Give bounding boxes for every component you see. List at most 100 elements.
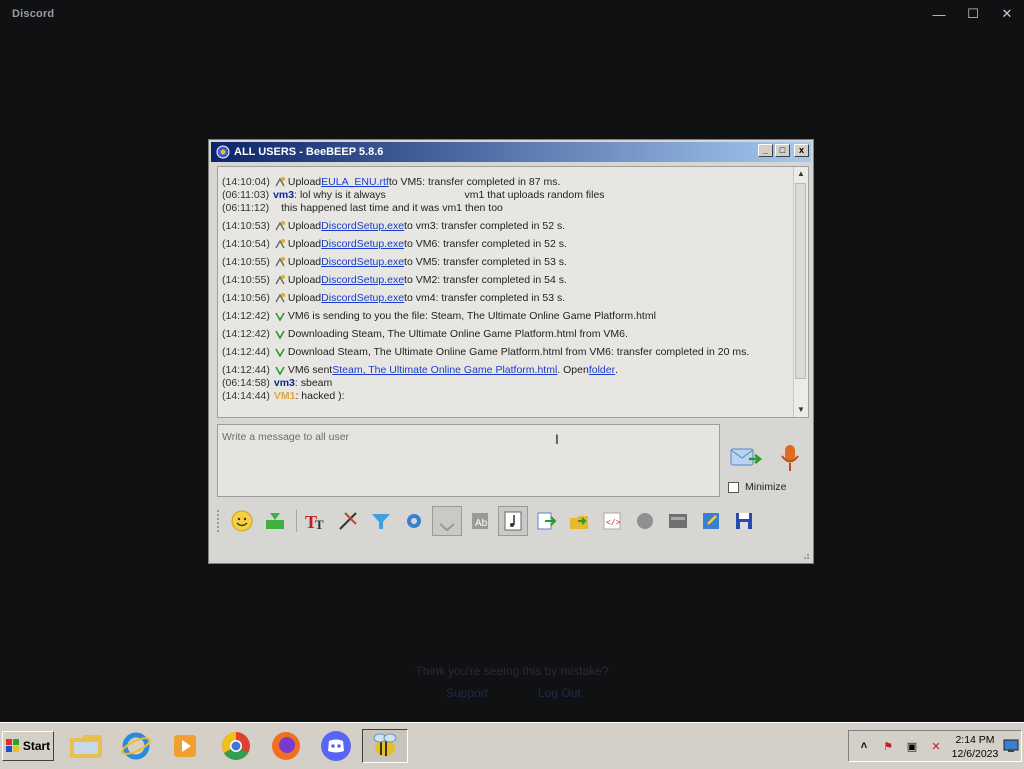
chat-message: (14:10:55) Upload DiscordSetup.exe to VM… bbox=[222, 274, 567, 286]
maximize-icon[interactable]: □ bbox=[775, 144, 790, 157]
file-link[interactable]: DiscordSetup.exe bbox=[321, 274, 404, 286]
resize-grip-icon[interactable] bbox=[800, 550, 810, 560]
filter-button[interactable] bbox=[366, 506, 396, 536]
upload-icon bbox=[275, 221, 285, 231]
beep-button[interactable] bbox=[498, 506, 528, 536]
code-button[interactable]: </> bbox=[597, 506, 627, 536]
chevron-up-icon[interactable]: ˄ bbox=[855, 737, 873, 755]
chat-message: (14:12:44) Download Steam, The Ultimate … bbox=[222, 346, 750, 358]
beebeep-title: ALL USERS - BeeBEEP 5.8.6 bbox=[234, 146, 384, 158]
microphone-icon[interactable] bbox=[777, 443, 803, 475]
status-button[interactable] bbox=[630, 506, 660, 536]
media-player-icon bbox=[174, 735, 196, 757]
file-link[interactable]: DiscordSetup.exe bbox=[321, 220, 404, 232]
upload-icon bbox=[275, 239, 285, 249]
spellcheck-button[interactable]: Ab bbox=[465, 506, 495, 536]
file-send-button[interactable] bbox=[260, 506, 290, 536]
screenshot-button[interactable] bbox=[663, 506, 693, 536]
chat-toolbar: TT Ab </> bbox=[217, 504, 811, 538]
taskbar-firefox[interactable] bbox=[263, 729, 309, 763]
maximize-icon[interactable]: ☐ bbox=[956, 0, 990, 28]
taskbar-discord[interactable] bbox=[313, 729, 359, 763]
folder-icon bbox=[70, 735, 102, 758]
emoticon-button[interactable] bbox=[227, 506, 257, 536]
system-tray: ˄ ⚑ ▣ ✕ 2:14 PM 12/6/2023 bbox=[848, 730, 1022, 762]
scroll-up-icon[interactable]: ▲ bbox=[794, 167, 808, 181]
text-cursor-icon: I bbox=[555, 431, 559, 447]
share-file-button[interactable] bbox=[531, 506, 561, 536]
download-icon bbox=[275, 312, 285, 322]
volume-muted-icon[interactable]: ✕ bbox=[927, 737, 945, 755]
chat-message: (14:10:55) Upload DiscordSetup.exe to VM… bbox=[222, 256, 567, 268]
toolbar-grip[interactable] bbox=[217, 510, 223, 532]
checkbox-box[interactable] bbox=[728, 481, 739, 493]
color-pen-icon bbox=[339, 512, 357, 530]
export-icon bbox=[537, 512, 557, 530]
svg-text:</>: </> bbox=[606, 519, 621, 528]
chat-message: (14:10:56) Upload DiscordSetup.exe to vm… bbox=[222, 292, 566, 304]
close-icon[interactable]: ✕ bbox=[990, 0, 1024, 28]
file-link[interactable]: DiscordSetup.exe bbox=[321, 292, 404, 304]
discord-mistake-text: Think you're seeing this by mistake? bbox=[415, 664, 609, 678]
start-label: Start bbox=[22, 739, 51, 753]
close-icon[interactable]: x bbox=[794, 144, 809, 157]
clock-date: 12/6/2023 bbox=[951, 748, 999, 760]
taskbar-file-explorer[interactable] bbox=[63, 729, 109, 763]
folder-button[interactable] bbox=[564, 506, 594, 536]
message-input[interactable]: Write a message to all user I bbox=[217, 424, 720, 497]
svg-text:Ab: Ab bbox=[475, 518, 488, 529]
font-button[interactable]: TT bbox=[300, 506, 330, 536]
smiley-icon bbox=[231, 510, 253, 532]
taskbar-media-player[interactable] bbox=[162, 729, 208, 763]
save-icon bbox=[736, 513, 752, 529]
upload-icon bbox=[275, 293, 285, 303]
show-desktop-icon[interactable] bbox=[1003, 739, 1019, 753]
clock[interactable]: 2:14 PM 12/6/2023 bbox=[945, 733, 1005, 761]
file-link[interactable]: DiscordSetup.exe bbox=[321, 238, 404, 250]
svg-text:T: T bbox=[315, 517, 324, 532]
scroll-down-icon[interactable]: ▼ bbox=[794, 403, 808, 417]
spellcheck-icon: Ab bbox=[472, 513, 488, 529]
minimize-checkbox[interactable]: Minimize bbox=[728, 481, 786, 493]
inbox-icon bbox=[266, 513, 284, 529]
message-input-placeholder: Write a message to all user bbox=[222, 431, 350, 443]
settings-button[interactable] bbox=[399, 506, 429, 536]
chat-message: (14:12:42) VM6 is sending to you the fil… bbox=[222, 310, 656, 322]
code-icon: </> bbox=[603, 512, 621, 530]
file-link[interactable]: Steam, The Ultimate Online Game Platform… bbox=[332, 364, 557, 376]
network-icon[interactable]: ▣ bbox=[903, 737, 921, 755]
windows-logo-icon bbox=[5, 739, 19, 752]
upload-icon bbox=[275, 275, 285, 285]
download-icon bbox=[275, 330, 285, 340]
minimize-label: Minimize bbox=[745, 481, 787, 493]
notes-icon bbox=[703, 513, 719, 529]
chat-message: (14:12:42) Downloading Steam, The Ultima… bbox=[222, 328, 628, 340]
open-folder-link[interactable]: folder bbox=[589, 364, 615, 376]
firefox-icon bbox=[272, 732, 300, 760]
beebeep-window: ALL USERS - BeeBEEP 5.8.6 _ □ x (14:10:0… bbox=[208, 139, 814, 564]
chat-history[interactable]: (14:10:04) Upload EULA_ENU.rtf to VM5: t… bbox=[217, 166, 809, 418]
logout-link[interactable]: Log Out bbox=[538, 686, 581, 700]
scrollbar-thumb[interactable] bbox=[795, 183, 806, 379]
color-button[interactable] bbox=[333, 506, 363, 536]
notes-button[interactable] bbox=[696, 506, 726, 536]
chat-message: (14:14:44) VM1: hacked ): bbox=[222, 390, 345, 402]
chat-message: (06:11:12) this happened last time and i… bbox=[222, 202, 503, 214]
save-button[interactable] bbox=[729, 506, 759, 536]
save-history-button[interactable] bbox=[432, 506, 462, 536]
taskbar-beebeep[interactable] bbox=[362, 729, 408, 763]
minimize-icon[interactable]: _ bbox=[758, 144, 773, 157]
beebeep-titlebar[interactable]: ALL USERS - BeeBEEP 5.8.6 _ □ x bbox=[211, 142, 811, 162]
flag-icon[interactable]: ⚑ bbox=[879, 737, 897, 755]
chat-scrollbar[interactable]: ▲ ▼ bbox=[793, 167, 808, 417]
minimize-icon[interactable]: — bbox=[922, 0, 956, 28]
discord-icon bbox=[321, 731, 351, 761]
send-button[interactable] bbox=[729, 445, 763, 473]
file-link[interactable]: DiscordSetup.exe bbox=[321, 256, 404, 268]
support-link[interactable]: Support bbox=[446, 686, 488, 700]
clock-time: 2:14 PM bbox=[955, 734, 995, 746]
beebeep-app-icon bbox=[216, 145, 230, 159]
start-button[interactable]: Start bbox=[2, 731, 54, 761]
taskbar-internet-explorer[interactable] bbox=[113, 729, 159, 763]
taskbar-chrome[interactable] bbox=[213, 729, 259, 763]
